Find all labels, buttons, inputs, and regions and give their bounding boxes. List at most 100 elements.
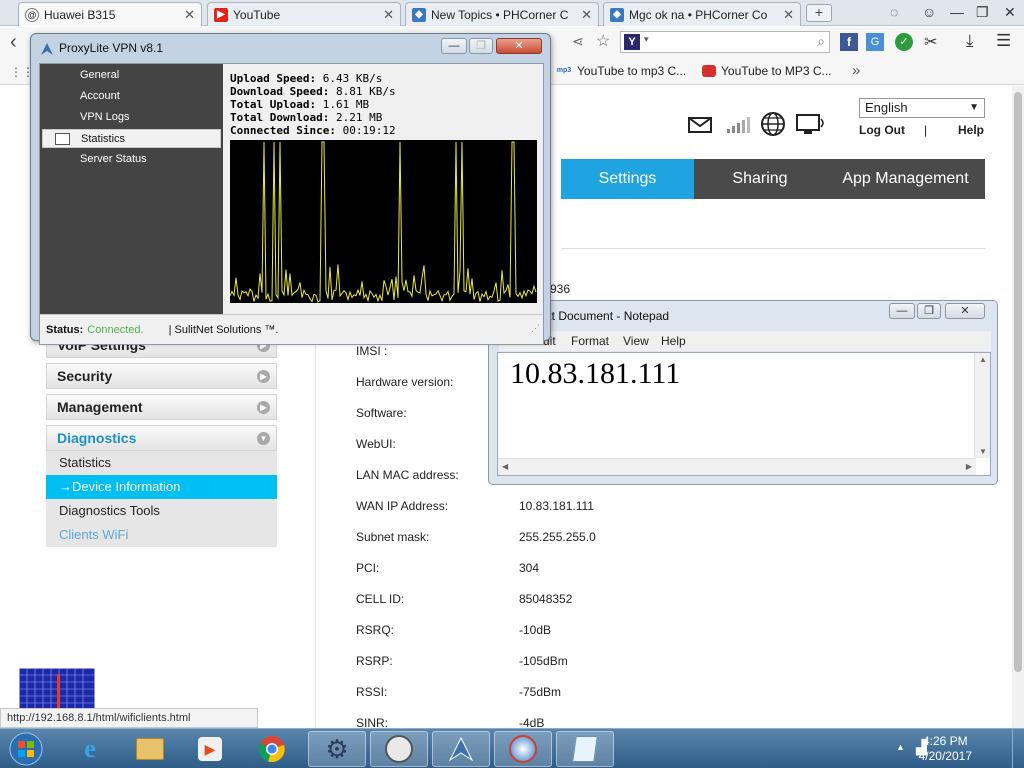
sidebar-item-server-status[interactable]: Server Status <box>42 150 221 169</box>
close-button[interactable]: ✕ <box>945 303 985 319</box>
new-tab-button[interactable]: + <box>806 4 832 22</box>
close-icon[interactable]: ✕ <box>184 7 195 23</box>
tab-phcorner-mgc[interactable]: ◆ Mgc ok na • PHCorner Co ✕ <box>603 2 801 26</box>
sidebar-item-account[interactable]: Account <box>42 87 221 106</box>
chrome-icon <box>258 736 285 763</box>
close-icon[interactable]: ✕ <box>783 7 794 23</box>
tab-settings[interactable]: Settings <box>561 159 694 199</box>
notepad-taskbar-button[interactable] <box>556 731 614 767</box>
sidebar-item-label: Security <box>57 368 113 384</box>
more-bookmarks-button[interactable]: » <box>852 62 860 79</box>
feedback-icon[interactable]: ◌ <box>890 4 898 20</box>
dropdown-icon[interactable]: ▾ <box>644 34 649 45</box>
minimize-icon[interactable]: — <box>950 4 964 20</box>
maximize-button: ❐ <box>469 38 493 54</box>
vertical-scrollbar[interactable]: ▲ ▼ <box>974 353 990 458</box>
dropdown-icon: ▼ <box>969 102 979 113</box>
search-input[interactable]: Y ▾ ⌕ <box>620 31 830 53</box>
maximize-button[interactable]: ❐ <box>917 303 941 319</box>
speed-widget-icon[interactable] <box>19 668 95 710</box>
emoji-icon[interactable]: ☺ <box>922 4 936 20</box>
ie-taskbar-button[interactable]: e <box>70 731 110 767</box>
scissors-icon[interactable]: ✂ <box>924 32 937 52</box>
close-icon[interactable]: ✕ <box>383 7 394 23</box>
scroll-down-icon[interactable]: ▼ <box>979 447 987 456</box>
shield-icon[interactable]: ✓ <box>895 33 913 51</box>
proxylite-taskbar-button[interactable] <box>432 731 490 767</box>
text-editor[interactable]: 10.83.181.111 ▲ ▼ ◀ ▶ <box>497 352 991 476</box>
start-button[interactable] <box>6 731 46 767</box>
scroll-left-icon[interactable]: ◀ <box>502 462 508 471</box>
restore-icon[interactable]: ❐ <box>976 4 989 21</box>
tab-huawei[interactable]: @ Huawei B315 ✕ <box>18 2 202 26</box>
sidebar-item-statistics[interactable]: Statistics <box>42 129 221 148</box>
bookmark-youtube-mp3-1[interactable]: mp3 YouTube to mp3 C... <box>556 64 686 78</box>
at-sign-icon: @ <box>25 7 39 22</box>
close-icon[interactable]: ✕ <box>581 7 592 23</box>
resize-grip-icon[interactable]: ⋰ <box>531 313 540 343</box>
menu-view[interactable]: View <box>623 334 649 348</box>
clock-app-taskbar-button[interactable] <box>370 731 428 767</box>
system-clock[interactable]: 4:26 PM 4/20/2017 <box>919 734 972 764</box>
language-select[interactable]: English ▼ <box>859 98 985 118</box>
menu-help[interactable]: Help <box>661 334 686 348</box>
info-label-cell-id: CELL ID: <box>356 592 405 606</box>
scrollbar-thumb[interactable] <box>1014 92 1022 672</box>
sidebar-sub-clients-wifi[interactable]: Clients WiFi <box>46 523 277 547</box>
proxylite-window[interactable]: ProxyLite VPN v8.1 — ❐ ✕ General Account… <box>30 33 551 345</box>
scroll-right-icon[interactable]: ▶ <box>966 462 972 471</box>
close-window-icon[interactable]: ✕ <box>1004 4 1016 21</box>
tab-youtube[interactable]: ▶ YouTube ✕ <box>207 2 401 26</box>
clock-icon <box>385 735 413 763</box>
sidebar-sub-diagnostics-tools[interactable]: Diagnostics Tools <box>46 499 277 523</box>
chevron-right-icon: ▶ <box>257 370 270 383</box>
tab-app-management[interactable]: App Management <box>826 159 985 199</box>
media-taskbar-button[interactable]: ▶ <box>190 731 230 767</box>
sidebar-sub-statistics[interactable]: Statistics <box>46 451 277 475</box>
divider <box>315 331 316 728</box>
sidebar-item-label: Management <box>57 399 143 415</box>
scroll-up-icon[interactable]: ▲ <box>979 355 987 364</box>
back-icon[interactable]: ‹ <box>10 31 17 54</box>
page-scrollbar[interactable] <box>1012 86 1024 728</box>
side-menu: VoIP Settings ▶ Security ▶ Management ▶ … <box>46 332 277 547</box>
close-button[interactable]: ✕ <box>496 38 542 54</box>
total-download-value: 2.21 MB <box>335 111 383 124</box>
settings-app-taskbar-button[interactable]: ⚙ <box>308 731 366 767</box>
search-icon[interactable]: ⌕ <box>817 33 825 50</box>
star-icon[interactable]: ☆ <box>596 31 610 51</box>
share-icon[interactable]: ⋖ <box>572 33 584 50</box>
notepad-window[interactable]: ext Document - Notepad — ❐ ✕ File Edit F… <box>488 300 998 485</box>
minimize-button[interactable]: — <box>441 38 467 54</box>
chrome-taskbar-button[interactable] <box>250 731 294 767</box>
menu-format[interactable]: Format <box>571 334 609 348</box>
mail-icon[interactable] <box>688 116 712 134</box>
sidebar-item-security[interactable]: Security ▶ <box>46 363 277 389</box>
divider <box>561 248 985 249</box>
horizontal-scrollbar[interactable]: ◀ ▶ <box>498 458 976 475</box>
minimize-button[interactable]: — <box>889 303 915 319</box>
translate-icon[interactable]: G <box>866 33 884 51</box>
help-link[interactable]: Help <box>958 123 984 137</box>
tab-sharing[interactable]: Sharing <box>694 159 826 199</box>
explorer-taskbar-button[interactable] <box>130 731 170 767</box>
logout-link[interactable]: Log Out <box>859 123 905 137</box>
bookmark-youtube-mp3-2[interactable]: YouTube to MP3 C... <box>702 64 832 78</box>
sidebar-item-diagnostics[interactable]: Diagnostics ▼ <box>46 425 277 451</box>
sidebar-item-management[interactable]: Management ▶ <box>46 394 277 420</box>
tray-expand-icon[interactable]: ▲ <box>896 742 905 752</box>
sidebar-sub-device-information[interactable]: →Device Information <box>46 475 277 499</box>
media-player-icon: ▶ <box>198 737 222 761</box>
sidebar-item-general[interactable]: General <box>42 66 221 85</box>
main-nav: Settings Sharing App Management <box>561 159 985 199</box>
gear-icon: ⚙ <box>325 733 349 764</box>
menu-icon[interactable]: ☰ <box>996 31 1011 51</box>
download-icon[interactable]: ⤓ <box>966 31 974 51</box>
facebook-icon[interactable]: f <box>840 33 858 51</box>
tab-phcorner-new-topics[interactable]: ◆ New Topics • PHCorner C ✕ <box>405 2 599 26</box>
header-separator: | <box>924 123 928 137</box>
phcorner-icon: ◆ <box>412 7 426 22</box>
vpn-app-taskbar-button[interactable] <box>494 731 552 767</box>
show-desktop-button[interactable] <box>1012 729 1024 768</box>
sidebar-item-vpn-logs[interactable]: VPN Logs <box>42 108 221 127</box>
